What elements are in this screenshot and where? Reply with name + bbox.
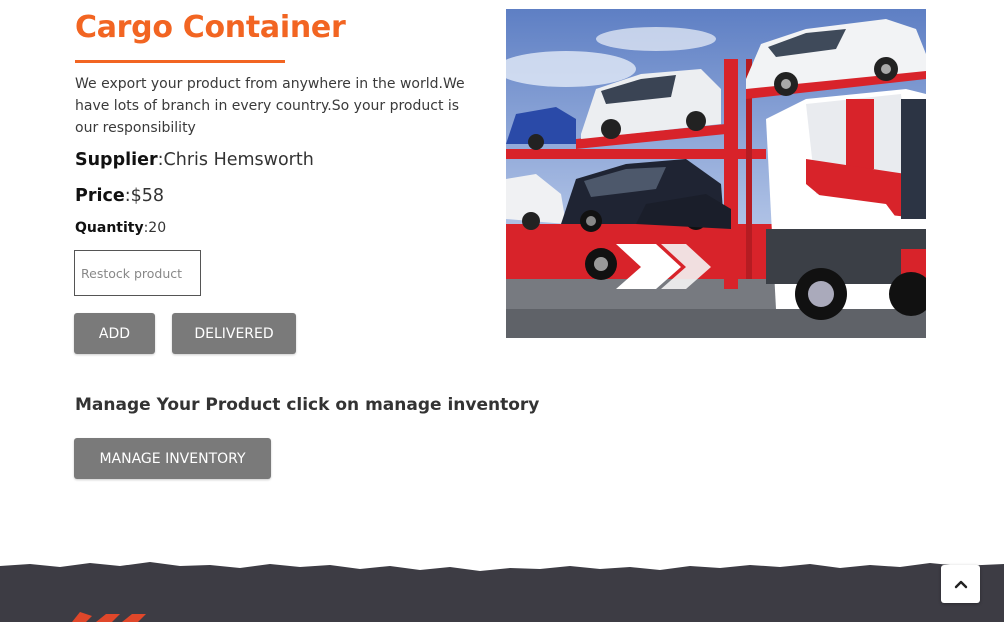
manage-inventory-prompt: Manage Your Product click on manage inve… [75,395,540,415]
chevron-up-icon [954,580,967,589]
manage-inventory-button[interactable]: MANAGE INVENTORY [74,438,271,479]
supplier-row: Supplier:Chris Hemsworth [75,150,314,170]
supplier-label: Supplier [75,150,158,170]
price-label: Price [75,186,125,206]
scroll-to-top-button[interactable] [941,565,980,603]
title-underline [75,60,285,63]
quantity-label: Quantity [75,220,144,236]
quantity-row: Quantity:20 [75,220,166,236]
product-title: Cargo Container [75,10,346,45]
quantity-value: :20 [143,220,167,236]
supplier-value: :Chris Hemsworth [157,150,314,170]
restock-input[interactable] [74,250,201,296]
footer [0,560,1004,622]
delivered-button[interactable]: DELIVERED [172,313,296,354]
product-image [506,9,926,338]
product-description: We export your product from anywhere in … [75,76,465,136]
logo-icon [72,612,146,622]
add-button[interactable]: ADD [74,313,155,354]
price-row: Price:$58 [75,186,164,206]
price-value: :$58 [124,186,165,206]
